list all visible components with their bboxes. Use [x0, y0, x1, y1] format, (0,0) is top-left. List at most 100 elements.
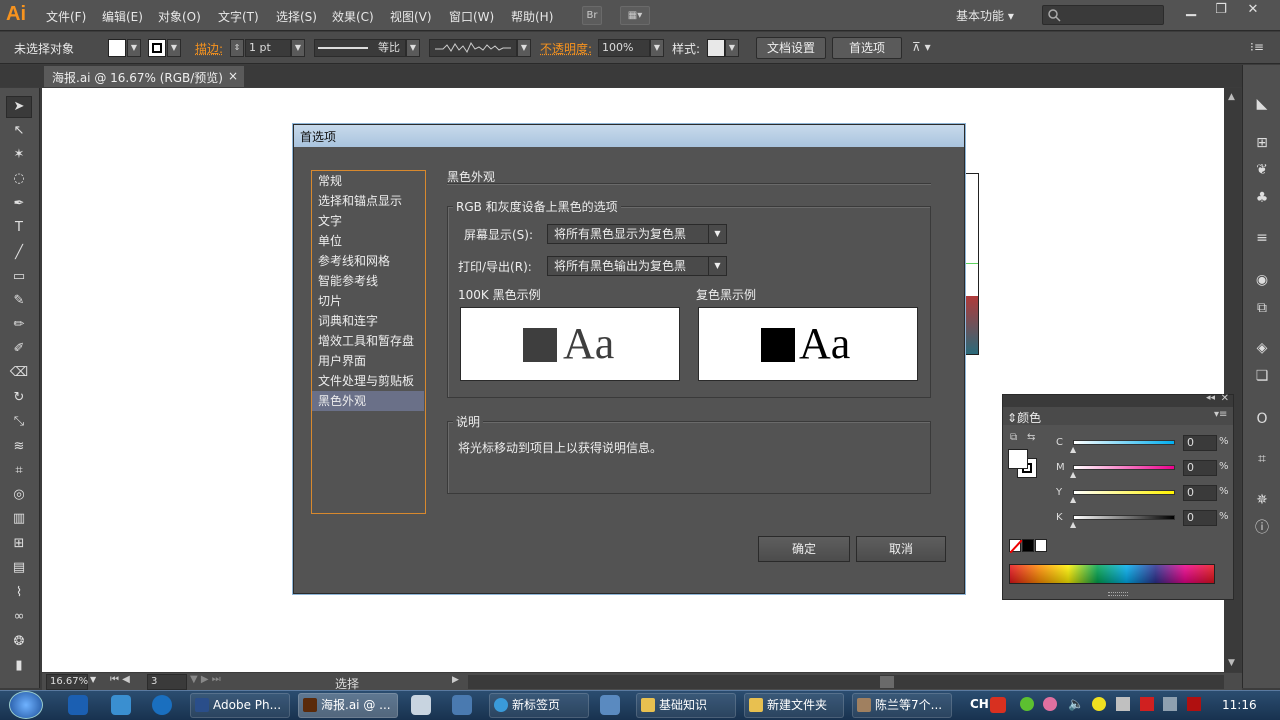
zoom-field[interactable]: 16.67%: [46, 674, 88, 690]
navigator-panel-icon[interactable]: ✵: [1252, 490, 1272, 510]
menu-edit[interactable]: 编辑(E): [102, 8, 143, 25]
category-units[interactable]: 单位: [312, 231, 424, 251]
shape-builder-tool-icon[interactable]: ◎: [8, 485, 30, 505]
transform-panel-icon[interactable]: ⌗: [1252, 449, 1272, 469]
close-tab-icon[interactable]: ×: [228, 69, 238, 83]
category-type[interactable]: 文字: [312, 211, 424, 231]
symbol-sprayer-tool-icon[interactable]: ❂: [8, 632, 30, 652]
taskbar-illustrator[interactable]: 海报.ai @ ...: [298, 693, 398, 718]
ime-icon[interactable]: [990, 697, 1006, 713]
eyedropper-tool-icon[interactable]: ⌇: [8, 583, 30, 603]
stroke-profile-dropdown[interactable]: ▼: [406, 39, 420, 57]
rotate-tool-icon[interactable]: ↻: [8, 388, 30, 408]
opacity-field[interactable]: 100%: [598, 39, 650, 57]
category-guides-grid[interactable]: 参考线和网格: [312, 251, 424, 271]
print-export-select[interactable]: 将所有黑色输出为复色黑 ▼: [547, 256, 727, 276]
fill-swatch[interactable]: [108, 39, 126, 57]
magic-wand-tool-icon[interactable]: ✶: [8, 145, 30, 165]
black-value[interactable]: 0: [1183, 510, 1217, 526]
free-transform-tool-icon[interactable]: ⌗: [8, 461, 30, 481]
eraser-tool-icon[interactable]: ⌫: [8, 363, 30, 383]
panel-menu-icon[interactable]: ⁝≡: [1250, 40, 1264, 54]
menu-help[interactable]: 帮助(H): [511, 8, 553, 25]
tray-icon-5[interactable]: [1163, 697, 1177, 711]
color-panel-tab[interactable]: ⇕颜色: [1007, 409, 1041, 426]
taskbar-folder-1[interactable]: 基础知识: [636, 693, 736, 718]
collapse-icon[interactable]: ◂◂: [1206, 393, 1215, 403]
category-user-interface[interactable]: 用户界面: [312, 351, 424, 371]
volume-icon[interactable]: 🔈: [1068, 697, 1084, 712]
menu-view[interactable]: 视图(V): [390, 8, 432, 25]
color-spectrum[interactable]: [1009, 564, 1215, 584]
cyan-value[interactable]: 0: [1183, 435, 1217, 451]
artboard-number-field[interactable]: 3: [147, 674, 187, 690]
stroke-dropdown[interactable]: ▼: [167, 39, 181, 57]
close-panel-icon[interactable]: ✕: [1221, 393, 1229, 404]
swap-colors-icon[interactable]: ⇆: [1027, 432, 1035, 443]
paintbrush-tool-icon[interactable]: ✎: [8, 291, 30, 311]
artboards-panel-icon[interactable]: ❏: [1252, 366, 1272, 386]
taskbar-app-icon-2[interactable]: [111, 695, 131, 715]
tray-icon-2[interactable]: [1043, 697, 1057, 711]
category-selection-anchor[interactable]: 选择和锚点显示: [312, 191, 424, 211]
taskbar-chat[interactable]: 陈兰等7个...: [852, 693, 952, 718]
menu-file[interactable]: 文件(F): [46, 8, 86, 25]
mesh-tool-icon[interactable]: ⊞: [8, 534, 30, 554]
pen-tool-icon[interactable]: ✒: [8, 194, 30, 214]
stroke-panel-icon[interactable]: ≡: [1252, 228, 1272, 248]
start-button[interactable]: [9, 691, 43, 719]
lasso-tool-icon[interactable]: ◌: [8, 169, 30, 189]
cyan-slider-thumb[interactable]: ▲: [1070, 445, 1076, 454]
yellow-value[interactable]: 0: [1183, 485, 1217, 501]
magenta-value[interactable]: 0: [1183, 460, 1217, 476]
appearance-panel-icon[interactable]: ◣: [1252, 94, 1272, 114]
selection-tool-icon[interactable]: ➤: [8, 97, 30, 117]
next-artboard-button[interactable]: ▼ ▶ ⏭: [190, 674, 221, 685]
ok-button[interactable]: 确定: [758, 536, 850, 562]
style-dropdown[interactable]: ▼: [725, 39, 739, 57]
category-smart-guides[interactable]: 智能参考线: [312, 271, 424, 291]
scale-tool-icon[interactable]: ⤡: [8, 412, 30, 432]
tray-icon-3[interactable]: [1092, 697, 1106, 711]
brushes-panel-icon[interactable]: ❦: [1252, 160, 1272, 180]
direct-selection-tool-icon[interactable]: ↖: [8, 121, 30, 141]
align-options-icon[interactable]: ⊼ ▾: [912, 40, 931, 54]
panel-options-icon[interactable]: ▾≡: [1214, 409, 1227, 420]
stroke-swatch[interactable]: [148, 39, 166, 57]
minimize-button[interactable]: ▁: [1176, 2, 1206, 18]
black-slider[interactable]: [1073, 515, 1175, 520]
bridge-button[interactable]: Br: [582, 6, 602, 25]
stroke-profile-field[interactable]: 等比: [314, 39, 406, 57]
category-slices[interactable]: 切片: [312, 291, 424, 311]
black-slider-thumb[interactable]: ▲: [1070, 520, 1076, 529]
stroke-stepper[interactable]: ⇕: [230, 39, 244, 57]
document-setup-button[interactable]: 文档设置: [756, 37, 826, 59]
menu-window[interactable]: 窗口(W): [449, 8, 494, 25]
taskbar-app-icon-3[interactable]: [152, 695, 172, 715]
cyan-slider[interactable]: [1073, 440, 1175, 445]
blend-tool-icon[interactable]: ∞: [8, 607, 30, 627]
arrange-documents-button[interactable]: ▦▾: [620, 6, 650, 25]
category-plugins-scratch[interactable]: 增效工具和暂存盘: [312, 331, 424, 351]
opacity-dropdown[interactable]: ▼: [650, 39, 664, 57]
opacity-label[interactable]: 不透明度:: [540, 40, 592, 57]
swatches-panel-icon[interactable]: ⊞: [1252, 133, 1272, 153]
taskbar-folder-2[interactable]: 新建文件夹: [744, 693, 844, 718]
category-general[interactable]: 常规: [312, 171, 424, 191]
workspace-switcher[interactable]: 基本功能 ▾: [956, 7, 1014, 24]
restore-button[interactable]: ❐: [1206, 2, 1236, 18]
category-dictionary[interactable]: 词典和连字: [312, 311, 424, 331]
menu-effect[interactable]: 效果(C): [332, 8, 374, 25]
stroke-weight-dropdown[interactable]: ▼: [291, 39, 305, 57]
taskbar-app-icon-1[interactable]: [68, 695, 88, 715]
graphic-styles-panel-icon[interactable]: ⧉: [1252, 298, 1272, 318]
blob-brush-tool-icon[interactable]: ✐: [8, 339, 30, 359]
network-icon[interactable]: [1116, 697, 1130, 711]
pencil-tool-icon[interactable]: ✏: [8, 315, 30, 335]
taskbar-app-icon-4[interactable]: [411, 695, 431, 715]
transparency-panel-icon[interactable]: ◉: [1252, 270, 1272, 290]
brush-dropdown[interactable]: ▼: [517, 39, 531, 57]
graph-tool-icon[interactable]: ▥: [8, 509, 30, 529]
brush-definition-field[interactable]: [429, 39, 517, 57]
column-graph-tool-icon[interactable]: ▮: [8, 656, 30, 676]
